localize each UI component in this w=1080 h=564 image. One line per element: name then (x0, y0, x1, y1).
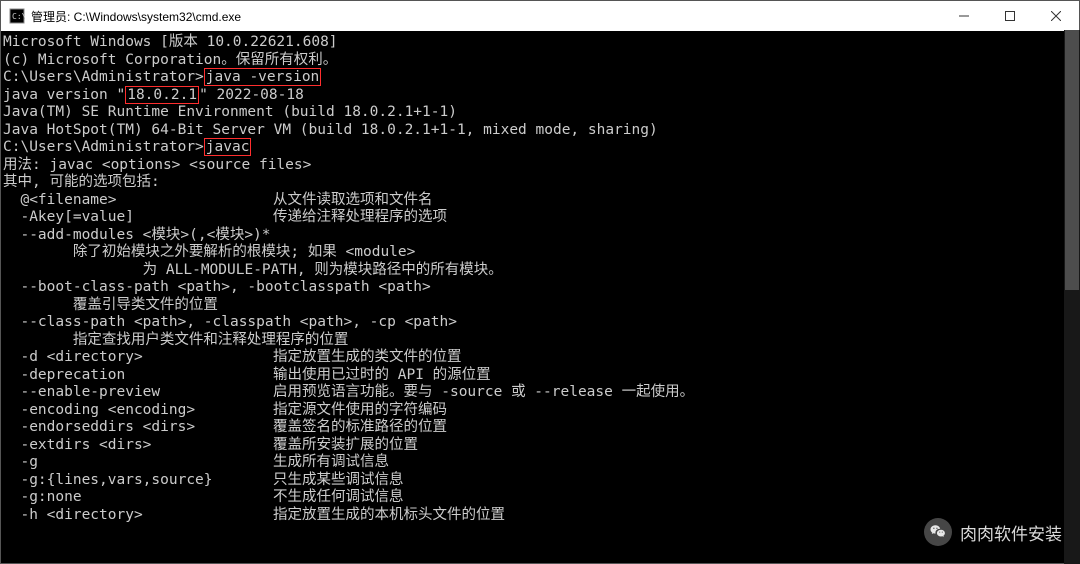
option-line: -Akey[=value]传递给注释处理程序的选项 (3, 209, 1077, 227)
titlebar[interactable]: C:\ 管理员: C:\Windows\system32\cmd.exe (1, 1, 1079, 31)
option-line: --add-modules <模块>(,<模块>)* (3, 227, 1077, 245)
prompt: C:\Users\Administrator> (3, 69, 204, 85)
option-line: --class-path <path>, -classpath <path>, … (3, 314, 1077, 332)
watermark: 肉肉软件安装 (924, 518, 1062, 546)
option-line: -g生成所有调试信息 (3, 454, 1077, 472)
highlight-command: java -version (204, 68, 322, 86)
option-desc: 指定查找用户类文件和注释处理程序的位置 (3, 332, 1077, 350)
text-line: Microsoft Windows [版本 10.0.22621.608] (3, 34, 1077, 52)
option-desc: 覆盖引导类文件的位置 (3, 297, 1077, 315)
vertical-scrollbar[interactable] (1064, 30, 1080, 564)
terminal-output[interactable]: Microsoft Windows [版本 10.0.22621.608](c)… (1, 31, 1079, 563)
prompt-line: C:\Users\Administrator>java -version (3, 69, 1077, 87)
text-line: java version "18.0.2.1" 2022-08-18 (3, 87, 1077, 105)
svg-text:C:\: C:\ (12, 12, 25, 21)
prompt-line: C:\Users\Administrator>javac (3, 139, 1077, 157)
scrollbar-thumb[interactable] (1065, 30, 1079, 290)
option-desc: 为 ALL-MODULE-PATH, 则为模块路径中的所有模块。 (3, 262, 1077, 280)
option-line: @<filename>从文件读取选项和文件名 (3, 192, 1077, 210)
option-line: -encoding <encoding>指定源文件使用的字符编码 (3, 402, 1077, 420)
text-line: Java(TM) SE Runtime Environment (build 1… (3, 104, 1077, 122)
cmd-icon: C:\ (9, 8, 25, 24)
text-line: (c) Microsoft Corporation。保留所有权利。 (3, 52, 1077, 70)
option-desc: 除了初始模块之外要解析的根模块; 如果 <module> (3, 244, 1077, 262)
option-line: -deprecation输出使用已过时的 API 的源位置 (3, 367, 1077, 385)
option-line: --enable-preview启用预览语言功能。要与 -source 或 --… (3, 384, 1077, 402)
option-line: -extdirs <dirs>覆盖所安装扩展的位置 (3, 437, 1077, 455)
option-line: -endorseddirs <dirs>覆盖签名的标准路径的位置 (3, 419, 1077, 437)
close-button[interactable] (1033, 1, 1079, 31)
option-line: -g:none不生成任何调试信息 (3, 489, 1077, 507)
text-line: Java HotSpot(TM) 64-Bit Server VM (build… (3, 122, 1077, 140)
maximize-button[interactable] (987, 1, 1033, 31)
option-line: --boot-class-path <path>, -bootclasspath… (3, 279, 1077, 297)
window-title: 管理员: C:\Windows\system32\cmd.exe (31, 8, 241, 25)
window-controls (941, 1, 1079, 31)
highlight-command: javac (204, 138, 252, 156)
option-line: -g:{lines,vars,source}只生成某些调试信息 (3, 472, 1077, 490)
option-line: -d <directory>指定放置生成的类文件的位置 (3, 349, 1077, 367)
cmd-window: C:\ 管理员: C:\Windows\system32\cmd.exe Mic… (0, 0, 1080, 564)
prompt: C:\Users\Administrator> (3, 139, 204, 155)
highlight-version: 18.0.2.1 (125, 86, 199, 104)
text-line: 其中, 可能的选项包括: (3, 174, 1077, 192)
watermark-text: 肉肉软件安装 (960, 520, 1062, 545)
wechat-icon (924, 518, 952, 546)
minimize-button[interactable] (941, 1, 987, 31)
option-line: -h <directory>指定放置生成的本机标头文件的位置 (3, 507, 1077, 525)
text-line: 用法: javac <options> <source files> (3, 157, 1077, 175)
